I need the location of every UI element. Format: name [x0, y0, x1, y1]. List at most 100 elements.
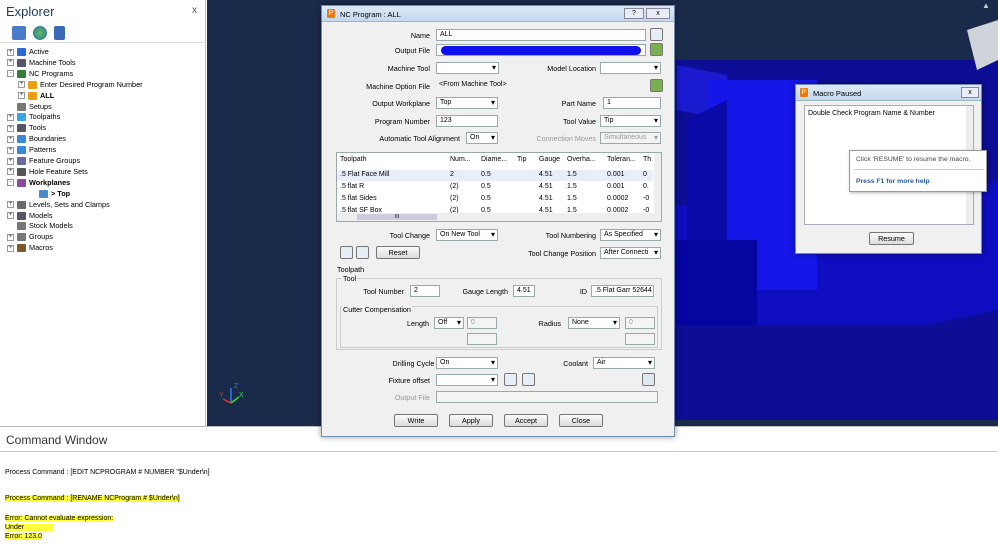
- name-label: Name: [410, 31, 430, 40]
- output-file-field[interactable]: [436, 44, 646, 56]
- write-button[interactable]: Write: [394, 414, 438, 427]
- help-button[interactable]: ?: [624, 8, 644, 19]
- table-header[interactable]: Diame...: [481, 156, 507, 163]
- connection-moves-select[interactable]: Simultaneous: [600, 132, 661, 144]
- table-header[interactable]: Toolpath: [340, 156, 366, 163]
- tree-item[interactable]: + Machine Tools: [7, 57, 76, 68]
- auto-align-select[interactable]: On: [466, 132, 498, 144]
- expander-icon[interactable]: -: [7, 179, 14, 187]
- expander-icon[interactable]: +: [7, 135, 14, 143]
- tree-item[interactable]: + Feature Groups: [7, 155, 80, 166]
- tree-item[interactable]: - Workplanes: [7, 177, 70, 188]
- program-number-field[interactable]: 123: [436, 115, 498, 127]
- accept-button[interactable]: Accept: [504, 414, 548, 427]
- calculator-icon[interactable]: [642, 373, 655, 386]
- tree-item[interactable]: + Groups: [7, 231, 53, 242]
- tree-item[interactable]: + Models: [7, 210, 53, 221]
- expander-icon[interactable]: +: [18, 81, 25, 89]
- folder-open-icon[interactable]: [650, 43, 663, 56]
- tree-item[interactable]: + Hole Feature Sets: [7, 166, 88, 177]
- drilling-select[interactable]: On: [436, 357, 498, 369]
- radius-select[interactable]: None: [568, 317, 620, 329]
- expander-icon[interactable]: +: [7, 146, 14, 154]
- close-button[interactable]: x: [961, 87, 979, 98]
- name-field[interactable]: ALL: [436, 29, 646, 41]
- table-row[interactable]: .5 flat Sides (2) 0.5 4.51 1.5 0.0002 -0: [337, 194, 653, 205]
- table-row[interactable]: .5 flat R (2) 0.5 4.51 1.5 0.001 0.: [337, 182, 653, 193]
- radius-extra-field[interactable]: [625, 333, 655, 345]
- tree-item[interactable]: + Tools: [7, 122, 46, 133]
- expander-icon[interactable]: +: [7, 233, 14, 241]
- close-icon[interactable]: x: [192, 5, 197, 16]
- reset-button[interactable]: Reset: [376, 246, 420, 259]
- expander-icon[interactable]: +: [7, 168, 14, 176]
- table-header[interactable]: Gauge: [539, 156, 560, 163]
- tree-item[interactable]: + Macros: [7, 242, 53, 253]
- id-field[interactable]: .5 Flat Garr 52644: [591, 285, 654, 297]
- table-header[interactable]: Toleran...: [607, 156, 636, 163]
- fixture-output-file-field[interactable]: [436, 391, 658, 403]
- fixture-offset-icon[interactable]: [504, 373, 517, 386]
- gauge-length-field[interactable]: 4.51: [513, 285, 535, 297]
- expander-icon[interactable]: +: [7, 212, 14, 220]
- tool-change-position-select[interactable]: After Connecti: [600, 247, 661, 259]
- folder-open-icon[interactable]: [650, 79, 663, 92]
- tool-edit-icon[interactable]: [356, 246, 369, 259]
- expander-icon[interactable]: -: [7, 70, 14, 78]
- tree-item[interactable]: + Boundaries: [7, 133, 66, 144]
- radius-value-field[interactable]: 0: [625, 317, 655, 329]
- tool-value-select[interactable]: Tip: [600, 115, 661, 127]
- table-header[interactable]: Num...: [450, 156, 471, 163]
- binoculars-icon[interactable]: [650, 28, 663, 41]
- table-cell: 4.51: [539, 195, 553, 202]
- length-select[interactable]: Off: [434, 317, 464, 329]
- expander-icon[interactable]: +: [7, 201, 14, 209]
- tree-item[interactable]: Stock Models: [7, 220, 73, 231]
- length-value-field[interactable]: 0: [467, 317, 497, 329]
- fixture-offset-edit-icon[interactable]: [522, 373, 535, 386]
- table-header[interactable]: Tip: [517, 156, 526, 163]
- length-extra-field[interactable]: [467, 333, 497, 345]
- apply-button[interactable]: Apply: [449, 414, 493, 427]
- table-cell: 2: [450, 171, 454, 178]
- coolant-select[interactable]: Air: [593, 357, 655, 369]
- expander-icon[interactable]: +: [7, 157, 14, 165]
- tree-view-icon[interactable]: [12, 26, 26, 40]
- scroll-thumb[interactable]: III: [357, 214, 437, 220]
- expander-icon[interactable]: +: [7, 48, 14, 56]
- tree-item[interactable]: + Active: [7, 46, 49, 57]
- globe-icon[interactable]: [33, 26, 47, 40]
- machine-tool-select[interactable]: [436, 62, 499, 74]
- tool-icon[interactable]: [340, 246, 353, 259]
- machine-option-field[interactable]: <From Machine Tool>: [436, 80, 646, 92]
- tool-number-field[interactable]: 2: [410, 285, 440, 297]
- tree-item[interactable]: - NC Programs: [7, 68, 73, 79]
- vertical-scrollbar[interactable]: [654, 153, 661, 213]
- trash-icon[interactable]: [54, 26, 65, 40]
- tool-numbering-select[interactable]: As Specified: [600, 229, 661, 241]
- fixture-select[interactable]: [436, 374, 498, 386]
- part-name-field[interactable]: 1: [603, 97, 661, 109]
- output-workplane-select[interactable]: Top: [436, 97, 498, 109]
- expander-icon[interactable]: +: [7, 124, 14, 132]
- horizontal-scrollbar[interactable]: III: [337, 213, 661, 221]
- expander-icon[interactable]: +: [7, 113, 14, 121]
- table-header[interactable]: Th: [643, 156, 651, 163]
- tree-item[interactable]: + Toolpaths: [7, 111, 60, 122]
- tree-item[interactable]: > Top: [29, 188, 70, 199]
- expander-icon[interactable]: +: [7, 244, 14, 252]
- resume-button[interactable]: Resume: [869, 232, 914, 245]
- tool-change-select[interactable]: On New Tool: [436, 229, 498, 241]
- tree-item[interactable]: + Levels, Sets and Clamps: [7, 199, 110, 210]
- expander-icon[interactable]: +: [7, 59, 14, 67]
- table-header[interactable]: Overha...: [567, 156, 596, 163]
- close-button[interactable]: Close: [559, 414, 603, 427]
- tree-item[interactable]: + Enter Desired Program Number: [18, 79, 143, 90]
- tree-item[interactable]: Setups: [7, 101, 52, 112]
- model-location-select[interactable]: [600, 62, 661, 74]
- close-button[interactable]: x: [646, 8, 670, 19]
- expander-icon[interactable]: +: [18, 92, 25, 100]
- table-row[interactable]: .5 Flat Face Mill 2 0.5 4.51 1.5 0.001 0: [337, 170, 653, 181]
- tree-item[interactable]: + Patterns: [7, 144, 56, 155]
- tree-item[interactable]: + ALL: [18, 90, 54, 101]
